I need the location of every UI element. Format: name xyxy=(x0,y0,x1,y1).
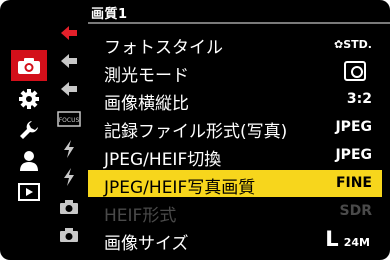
menu-item-label: 画像横縦比 xyxy=(104,94,189,114)
menu-item-image-size[interactable]: 画像サイズ L 24M xyxy=(88,226,382,254)
menu-item-value: JPEG xyxy=(335,119,372,135)
flash-icon xyxy=(64,168,74,186)
pointer-gray-icon xyxy=(61,54,77,68)
sub-tab-6[interactable] xyxy=(55,166,83,188)
menu-item-heif-format: HEIF形式 SDR xyxy=(88,198,382,226)
sub-tab-5[interactable] xyxy=(55,138,83,160)
camera-small-icon xyxy=(60,200,78,214)
tab-photo[interactable] xyxy=(11,50,47,81)
tab-setup[interactable] xyxy=(11,114,47,145)
sub-tab-2[interactable] xyxy=(55,50,83,72)
tab-custom[interactable] xyxy=(11,83,47,114)
image-size-value: L 24M xyxy=(325,227,370,251)
title-divider xyxy=(88,22,390,24)
playback-icon xyxy=(18,182,40,201)
photo-style-value: ✿STD. xyxy=(334,38,372,51)
menu-item-value: JPEG xyxy=(335,147,372,163)
flash-icon xyxy=(64,140,74,158)
pointer-gray-icon xyxy=(61,82,77,96)
sub-tab-3[interactable] xyxy=(55,78,83,100)
menu-item-metering-mode[interactable]: 測光モード xyxy=(88,58,382,86)
menu-item-file-format[interactable]: 記録ファイル形式(写真) JPEG xyxy=(88,114,382,142)
menu-item-label: 測光モード xyxy=(104,66,189,86)
camera-small-icon xyxy=(60,228,78,242)
menu-item-photo-style[interactable]: フォトスタイル ✿STD. xyxy=(88,30,382,58)
sub-tab-8[interactable] xyxy=(55,224,83,246)
menu-item-label: 画像サイズ xyxy=(104,234,189,254)
sub-tab-1[interactable] xyxy=(55,22,83,44)
menu-item-label: HEIF形式 xyxy=(104,206,177,226)
gear-icon xyxy=(19,88,39,109)
sub-tab-4[interactable]: FOCUS xyxy=(55,108,83,130)
menu-item-label: 記録ファイル形式(写真) xyxy=(104,122,288,142)
menu-title: 画質1 xyxy=(91,7,128,22)
camera-icon xyxy=(18,57,40,74)
menu-item-label: フォトスタイル xyxy=(104,38,223,58)
tab-my-menu[interactable] xyxy=(11,145,47,176)
metering-icon xyxy=(344,61,366,81)
menu-item-value: 3:2 xyxy=(346,91,372,107)
focus-badge-icon: FOCUS xyxy=(57,111,81,127)
menu-item-label: JPEG/HEIF切換 xyxy=(104,150,222,170)
svg-text:FOCUS: FOCUS xyxy=(59,117,80,124)
menu-item-jpeg-heif-quality[interactable]: JPEG/HEIF写真画質 FINE xyxy=(88,170,382,198)
menu-item-label: JPEG/HEIF写真画質 xyxy=(104,178,256,198)
tab-playback[interactable] xyxy=(11,176,47,207)
menu-item-jpeg-heif-switch[interactable]: JPEG/HEIF切換 JPEG xyxy=(88,142,382,170)
pointer-red-icon xyxy=(61,26,77,40)
person-icon xyxy=(20,150,38,171)
menu-item-aspect-ratio[interactable]: 画像横縦比 3:2 xyxy=(88,86,382,114)
menu-item-value: FINE xyxy=(335,175,372,191)
menu-item-value: SDR xyxy=(339,203,372,219)
wrench-icon xyxy=(20,120,38,139)
sub-tab-7[interactable] xyxy=(55,196,83,218)
camera-menu-screen: 画質1 FOCUS フォトスタイル ✿STD. 測光モード 画像横縦比 3:2 … xyxy=(0,0,390,260)
